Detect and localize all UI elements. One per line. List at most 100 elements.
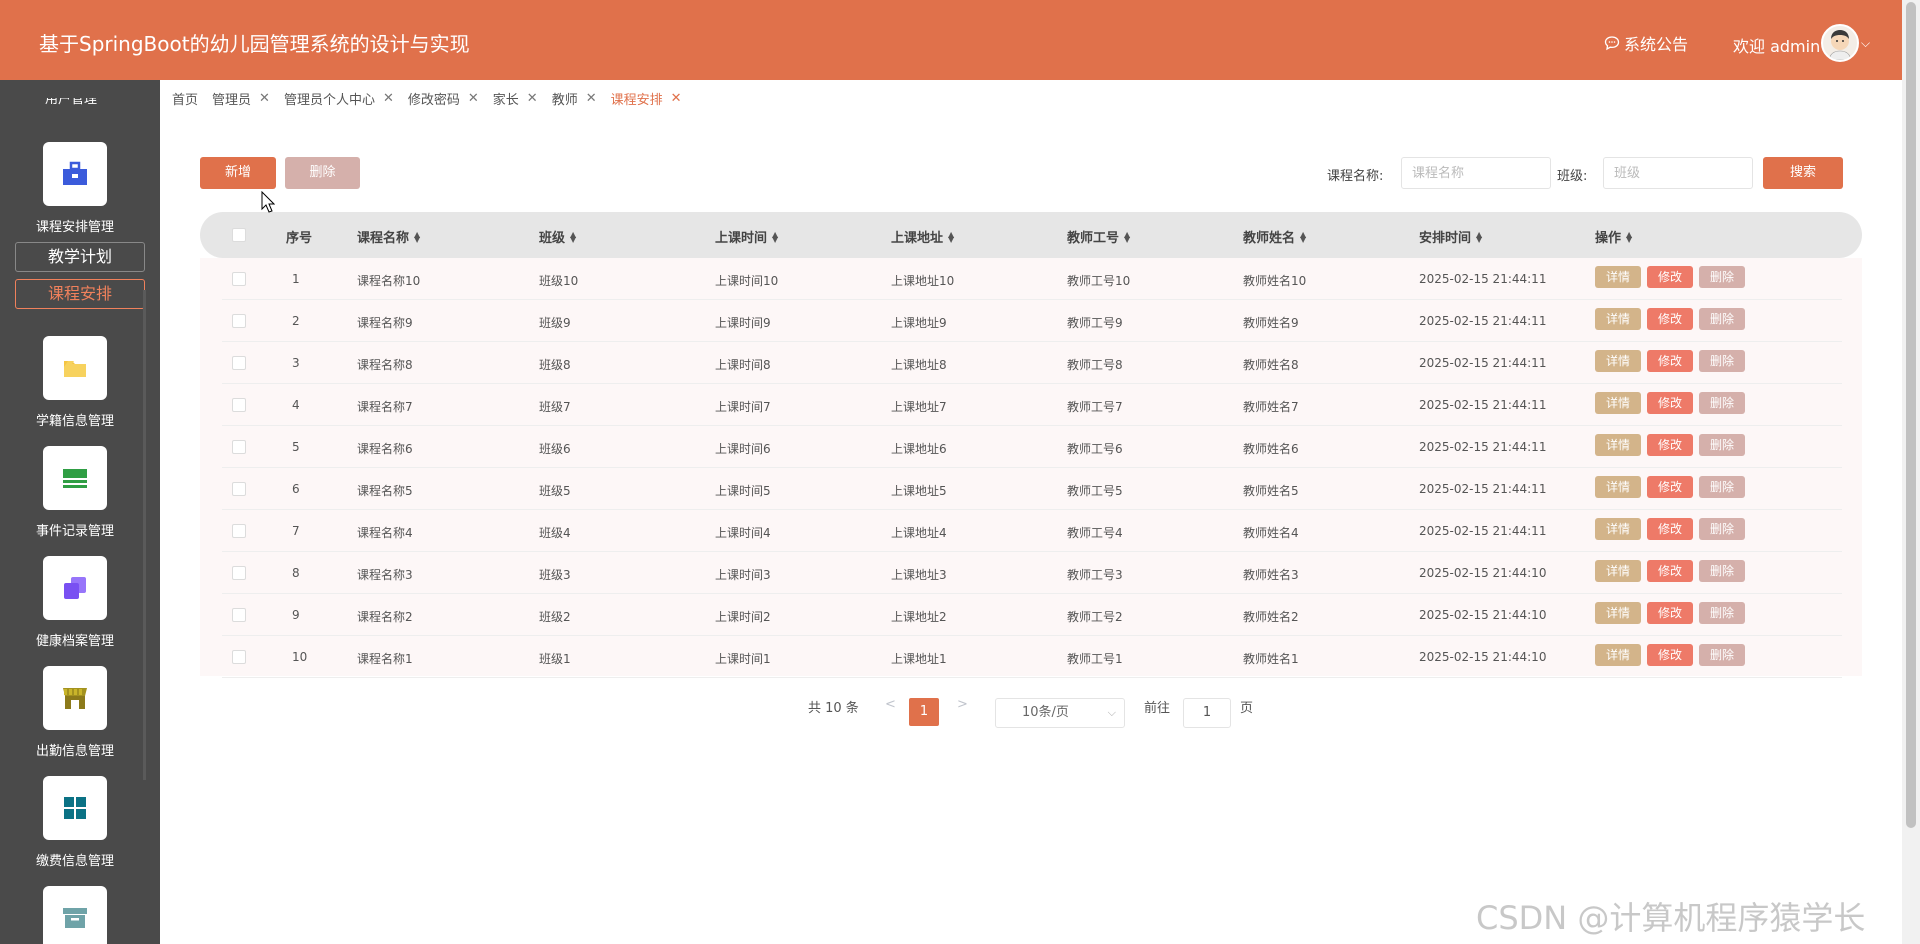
delete-button[interactable]: 删除 bbox=[1699, 266, 1745, 288]
sidebar-item-event-records[interactable]: 事件记录管理 bbox=[0, 446, 150, 539]
delete-button[interactable]: 删除 bbox=[1699, 434, 1745, 456]
sidebar-item-archive[interactable] bbox=[0, 886, 150, 944]
detail-button[interactable]: 详情 bbox=[1595, 266, 1641, 288]
next-page-button[interactable]: > bbox=[957, 697, 968, 727]
table-row[interactable]: 4 课程名称7 班级7 上课时间7 上课地址7 教师工号7 教师姓名7 2025-02-15 … bbox=[222, 384, 1842, 426]
column-header-class-time[interactable]: 上课时间 ▲ ▼ bbox=[715, 227, 778, 246]
column-header-actions[interactable]: 操作 ▲ ▼ bbox=[1595, 227, 1632, 246]
table-row[interactable]: 7 课程名称4 班级4 上课时间4 上课地址4 教师工号4 教师姓名4 2025-02-15 … bbox=[222, 510, 1842, 552]
table-row[interactable]: 2 课程名称9 班级9 上课时间9 上课地址9 教师工号9 教师姓名9 2025-02-15 … bbox=[222, 300, 1842, 342]
delete-button[interactable]: 删除 bbox=[1699, 644, 1745, 666]
edit-button[interactable]: 修改 bbox=[1647, 266, 1693, 288]
delete-button[interactable]: 删除 bbox=[1699, 560, 1745, 582]
detail-button[interactable]: 详情 bbox=[1595, 308, 1641, 330]
delete-button[interactable]: 删除 bbox=[1699, 350, 1745, 372]
table-row[interactable]: 6 课程名称5 班级5 上课时间5 上课地址5 教师工号5 教师姓名5 2025-02-15 … bbox=[222, 468, 1842, 510]
column-header-class[interactable]: 班级 ▲ ▼ bbox=[539, 227, 576, 246]
sidebar-item-course-arrangement-management[interactable]: 课程安排管理 bbox=[0, 142, 150, 235]
tab-home[interactable]: 首页 bbox=[172, 89, 198, 108]
edit-button[interactable]: 修改 bbox=[1647, 602, 1693, 624]
page-number-1[interactable]: 1 bbox=[909, 698, 939, 726]
detail-button[interactable]: 详情 bbox=[1595, 476, 1641, 498]
sidebar-scrollbar[interactable] bbox=[143, 290, 146, 780]
chevron-down-icon[interactable]: ⌵ bbox=[1861, 36, 1870, 51]
sidebar-subitem-course-arrangement[interactable]: 课程安排 bbox=[15, 279, 145, 309]
sort-icon[interactable]: ▲ ▼ bbox=[948, 230, 954, 243]
detail-button[interactable]: 详情 bbox=[1595, 644, 1641, 666]
row-checkbox[interactable] bbox=[232, 608, 246, 622]
table-row[interactable]: 1 课程名称10 班级10 上课时间10 上课地址10 教师工号10 教师姓名10 2025-… bbox=[222, 258, 1842, 300]
sidebar-item-health-records[interactable]: 健康档案管理 bbox=[0, 556, 150, 649]
delete-button[interactable]: 删除 bbox=[1699, 602, 1745, 624]
edit-button[interactable]: 修改 bbox=[1647, 644, 1693, 666]
edit-button[interactable]: 修改 bbox=[1647, 350, 1693, 372]
tab-teacher[interactable]: 教师 ✕ bbox=[552, 89, 597, 108]
detail-button[interactable]: 详情 bbox=[1595, 560, 1641, 582]
prev-page-button[interactable]: < bbox=[885, 697, 896, 727]
table-row[interactable]: 8 课程名称3 班级3 上课时间3 上课地址3 教师工号3 教师姓名3 2025-02-15 … bbox=[222, 552, 1842, 594]
row-checkbox[interactable] bbox=[232, 314, 246, 328]
edit-button[interactable]: 修改 bbox=[1647, 560, 1693, 582]
tab-parent[interactable]: 家长 ✕ bbox=[493, 89, 538, 108]
search-button[interactable]: 搜索 bbox=[1763, 157, 1843, 189]
delete-button[interactable]: 删除 bbox=[1699, 308, 1745, 330]
table-row[interactable]: 3 课程名称8 班级8 上课时间8 上课地址8 教师工号8 教师姓名8 2025-02-15 … bbox=[222, 342, 1842, 384]
delete-button[interactable]: 删除 bbox=[1699, 392, 1745, 414]
sidebar-subitem-teaching-plan[interactable]: 教学计划 bbox=[15, 242, 145, 272]
sort-icon[interactable]: ▲ ▼ bbox=[570, 230, 576, 243]
edit-button[interactable]: 修改 bbox=[1647, 518, 1693, 540]
sidebar-item-attendance[interactable]: 出勤信息管理 bbox=[0, 666, 150, 759]
column-header-course-name[interactable]: 课程名称 ▲ ▼ bbox=[357, 227, 420, 246]
detail-button[interactable]: 详情 bbox=[1595, 392, 1641, 414]
page-scrollbar-thumb[interactable] bbox=[1906, 2, 1916, 828]
column-header-teacher-name[interactable]: 教师姓名 ▲ ▼ bbox=[1243, 227, 1306, 246]
page-scrollbar[interactable] bbox=[1902, 0, 1920, 944]
tab-admin[interactable]: 管理员 ✕ bbox=[212, 89, 270, 108]
close-icon[interactable]: ✕ bbox=[468, 91, 479, 106]
column-header-class-address[interactable]: 上课地址 ▲ ▼ bbox=[891, 227, 954, 246]
row-checkbox[interactable] bbox=[232, 566, 246, 580]
sidebar-item-student-records[interactable]: 学籍信息管理 bbox=[0, 336, 150, 429]
sort-icon[interactable]: ▲ ▼ bbox=[1476, 230, 1482, 243]
select-all-checkbox[interactable] bbox=[232, 228, 246, 242]
batch-delete-button[interactable]: 删除 bbox=[285, 157, 360, 189]
close-icon[interactable]: ✕ bbox=[259, 91, 270, 106]
course-name-input[interactable] bbox=[1401, 157, 1551, 189]
edit-button[interactable]: 修改 bbox=[1647, 308, 1693, 330]
sidebar-item-user-management[interactable]: 用户管理 bbox=[45, 98, 97, 108]
detail-button[interactable]: 详情 bbox=[1595, 350, 1641, 372]
class-input[interactable] bbox=[1603, 157, 1753, 189]
page-size-select[interactable]: 10条/页 ⌵ bbox=[995, 698, 1125, 728]
row-checkbox[interactable] bbox=[232, 356, 246, 370]
row-checkbox[interactable] bbox=[232, 524, 246, 538]
add-button[interactable]: 新增 bbox=[200, 157, 276, 189]
row-checkbox[interactable] bbox=[232, 482, 246, 496]
system-notice-link[interactable]: 系统公告 bbox=[1604, 31, 1688, 55]
edit-button[interactable]: 修改 bbox=[1647, 392, 1693, 414]
row-checkbox[interactable] bbox=[232, 440, 246, 454]
tab-course-arrangement[interactable]: 课程安排 ✕ bbox=[611, 89, 682, 108]
table-row[interactable]: 10 课程名称1 班级1 上课时间1 上课地址1 教师工号1 教师姓名1 2025-02-15… bbox=[222, 636, 1842, 678]
row-checkbox[interactable] bbox=[232, 650, 246, 664]
row-checkbox[interactable] bbox=[232, 398, 246, 412]
user-avatar[interactable] bbox=[1821, 24, 1859, 62]
detail-button[interactable]: 详情 bbox=[1595, 518, 1641, 540]
delete-button[interactable]: 删除 bbox=[1699, 518, 1745, 540]
close-icon[interactable]: ✕ bbox=[586, 91, 597, 106]
edit-button[interactable]: 修改 bbox=[1647, 434, 1693, 456]
edit-button[interactable]: 修改 bbox=[1647, 476, 1693, 498]
sort-icon[interactable]: ▲ ▼ bbox=[772, 230, 778, 243]
delete-button[interactable]: 删除 bbox=[1699, 476, 1745, 498]
detail-button[interactable]: 详情 bbox=[1595, 434, 1641, 456]
goto-page-input[interactable]: 1 bbox=[1183, 698, 1231, 728]
table-row[interactable]: 9 课程名称2 班级2 上课时间2 上课地址2 教师工号2 教师姓名2 2025-02-15 … bbox=[222, 594, 1842, 636]
column-header-teacher-id[interactable]: 教师工号 ▲ ▼ bbox=[1067, 227, 1130, 246]
tab-change-password[interactable]: 修改密码 ✕ bbox=[408, 89, 479, 108]
tab-admin-profile[interactable]: 管理员个人中心 ✕ bbox=[284, 89, 394, 108]
row-checkbox[interactable] bbox=[232, 272, 246, 286]
sort-icon[interactable]: ▲ ▼ bbox=[414, 230, 420, 243]
table-row[interactable]: 5 课程名称6 班级6 上课时间6 上课地址6 教师工号6 教师姓名6 2025-02-15 … bbox=[222, 426, 1842, 468]
sort-icon[interactable]: ▲ ▼ bbox=[1124, 230, 1130, 243]
close-icon[interactable]: ✕ bbox=[671, 91, 682, 106]
sort-icon[interactable]: ▲ ▼ bbox=[1300, 230, 1306, 243]
